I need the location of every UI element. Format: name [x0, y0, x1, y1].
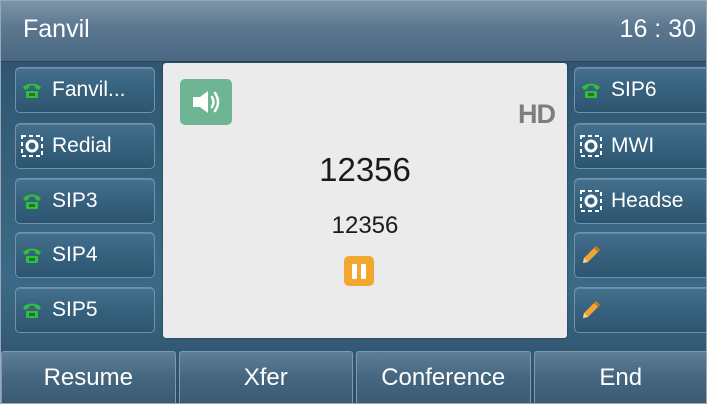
line-key-redial[interactable]: Redial — [15, 123, 155, 169]
line-key-label: MWI — [611, 134, 655, 157]
line-key-sip3[interactable]: SIP3 — [15, 178, 155, 224]
call-panel: HD 12356 12356 — [163, 63, 567, 338]
line-key-label: SIP5 — [52, 298, 98, 321]
brand-label: Fanvil — [23, 15, 90, 43]
phone-green-icon — [20, 243, 44, 267]
line-key-label: SIP3 — [52, 189, 98, 212]
phone-green-icon — [20, 78, 44, 102]
softkey-bar: Resume Xfer Conference End — [1, 351, 706, 403]
line-key-label: Headse — [611, 189, 684, 212]
line-key-empty-2[interactable] — [574, 287, 706, 333]
line-key-label: SIP4 — [52, 243, 98, 266]
line-key-mwi[interactable]: MWI — [574, 123, 706, 169]
line-key-headset[interactable]: Headse — [574, 178, 706, 224]
speaker-icon — [180, 79, 232, 125]
blf-ring-icon — [579, 189, 603, 213]
call-name: 12356 — [331, 212, 399, 239]
line-key-fanvil[interactable]: Fanvil... — [15, 67, 155, 113]
blf-ring-icon — [20, 134, 44, 158]
line-key-label: Redial — [52, 134, 112, 157]
blf-ring-icon — [579, 134, 603, 158]
status-bar: Fanvil 16 : 30 — [1, 1, 706, 62]
call-number: 12356 — [319, 151, 411, 188]
line-key-label: SIP6 — [611, 78, 657, 101]
line-key-sip5[interactable]: SIP5 — [15, 287, 155, 333]
line-key-label: Fanvil... — [52, 78, 126, 101]
pencil-edit-icon — [579, 298, 603, 322]
clock-time: 16 : 30 — [619, 15, 696, 43]
resume-button[interactable]: Resume — [1, 351, 176, 403]
line-key-sip6[interactable]: SIP6 — [574, 67, 706, 113]
phone-green-icon — [20, 298, 44, 322]
end-button[interactable]: End — [533, 351, 706, 403]
line-key-empty-1[interactable] — [574, 232, 706, 278]
pencil-edit-icon — [579, 243, 603, 267]
phone-screen: Fanvil 16 : 30 Fanvil... Redial SIP3 SIP… — [0, 0, 707, 404]
xfer-button[interactable]: Xfer — [178, 351, 353, 403]
conference-button[interactable]: Conference — [356, 351, 531, 403]
phone-green-icon — [20, 189, 44, 213]
line-key-sip4[interactable]: SIP4 — [15, 232, 155, 278]
hd-badge: HD — [518, 99, 556, 129]
hold-pause-icon — [344, 256, 374, 286]
phone-green-icon — [579, 78, 603, 102]
